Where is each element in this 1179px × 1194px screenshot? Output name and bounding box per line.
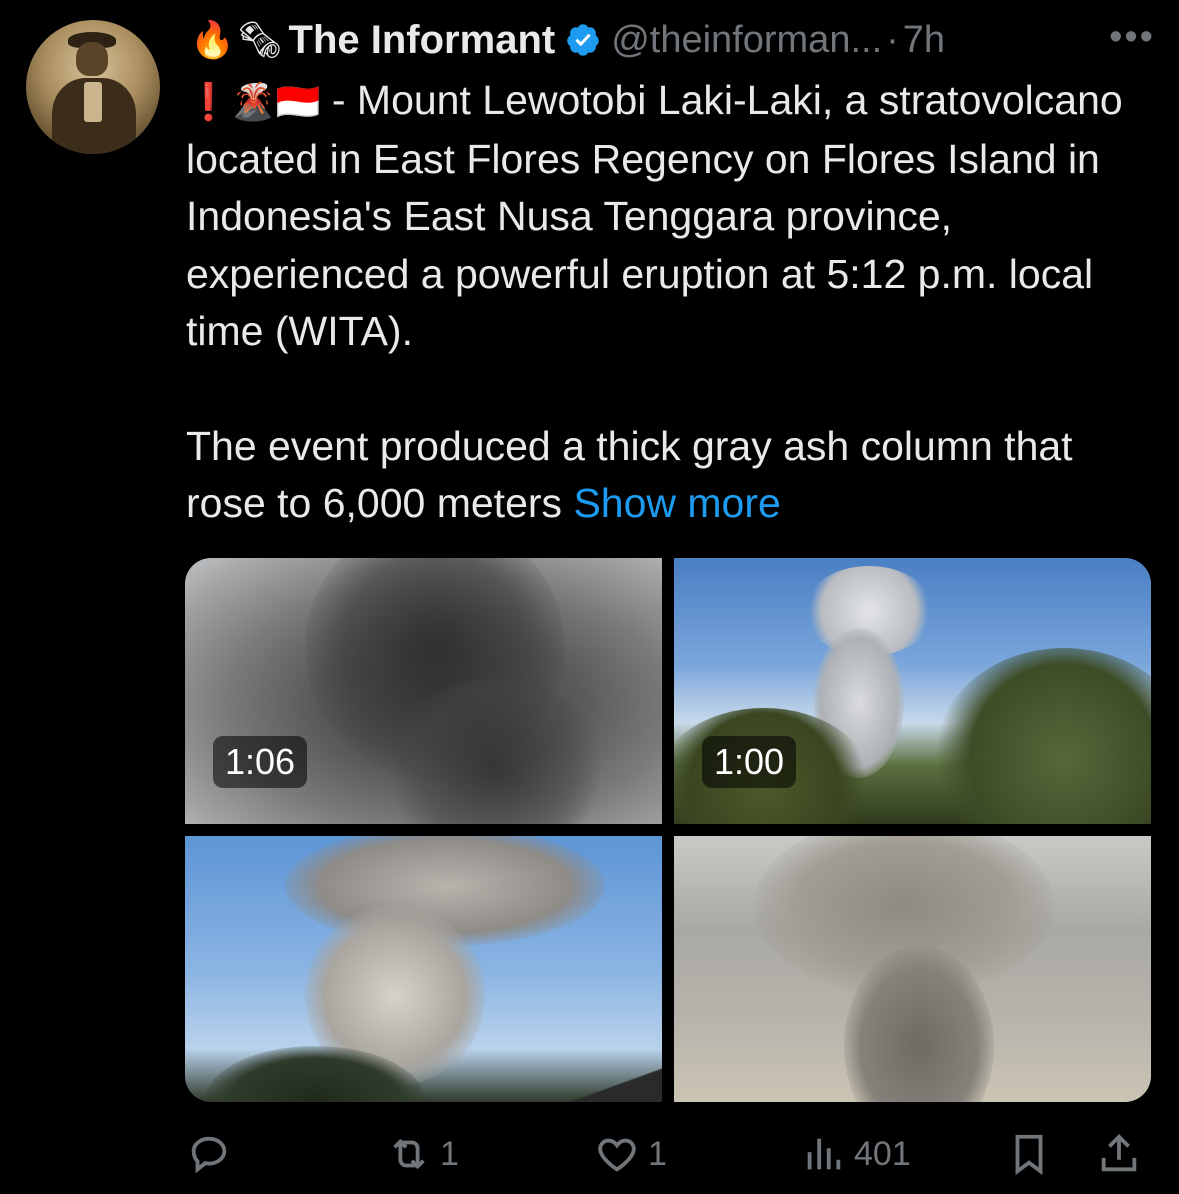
author-name[interactable]: The Informant (289, 18, 556, 63)
rooftop (545, 1036, 662, 1102)
more-options-icon[interactable]: ••• (1109, 16, 1155, 59)
media-grid: 1:06 1:00 (185, 558, 1151, 1102)
share-icon (1101, 1134, 1137, 1172)
bookmark-icon (1015, 1134, 1043, 1176)
video-thumbnail-2[interactable]: 1:00 (674, 558, 1151, 824)
tweet-actions: 1 1 401 (186, 1126, 1156, 1182)
author-avatar[interactable] (26, 20, 160, 154)
video-duration-badge: 1:06 (213, 736, 308, 788)
video-duration-badge: 1:00 (702, 736, 797, 788)
image-thumbnail-3[interactable] (185, 836, 662, 1102)
tweet-emojis: ❗🌋🇮🇩 (186, 81, 321, 122)
tweet-paragraph-1: ❗🌋🇮🇩 - Mount Lewotobi Laki-Laki, a strat… (186, 72, 1156, 361)
reply-icon (191, 1136, 227, 1174)
share-button[interactable] (1096, 1126, 1142, 1182)
fire-emoji: 🔥 (190, 19, 235, 60)
views-count: 401 (854, 1134, 911, 1173)
tweet-timestamp[interactable]: 7h (903, 19, 945, 62)
show-more-link[interactable]: Show more (573, 480, 780, 526)
author-handle[interactable]: @theinforman... (611, 19, 882, 62)
reply-button[interactable] (186, 1126, 240, 1182)
newspaper-emoji: 🗞 (236, 19, 283, 60)
image-thumbnail-4[interactable] (674, 836, 1151, 1102)
retweet-button[interactable]: 1 (386, 1126, 459, 1182)
avatar-shirt (84, 82, 102, 122)
tweet-body: ❗🌋🇮🇩 - Mount Lewotobi Laki-Laki, a strat… (186, 72, 1156, 533)
tweet-header: 🔥 🗞 The Informant @theinforman... · 7h •… (190, 14, 1155, 66)
bookmark-button[interactable] (1006, 1126, 1052, 1182)
avatar-head (76, 42, 108, 76)
verified-badge-icon (567, 24, 599, 56)
tweet-paragraph-1-text: - Mount Lewotobi Laki-Laki, a stratovolc… (186, 77, 1123, 354)
like-button[interactable]: 1 (594, 1126, 667, 1182)
video-thumbnail-1[interactable]: 1:06 (185, 558, 662, 824)
like-count: 1 (648, 1134, 667, 1173)
views-chart-icon (807, 1138, 841, 1170)
views-button[interactable]: 401 (800, 1126, 911, 1182)
retweet-icon (393, 1138, 425, 1170)
separator-dot: · (886, 18, 899, 61)
foliage (934, 648, 1151, 824)
retweet-count: 1 (440, 1134, 459, 1173)
tweet-paragraph-2: The event produced a thick gray ash colu… (186, 418, 1156, 533)
heart-icon (598, 1138, 636, 1172)
